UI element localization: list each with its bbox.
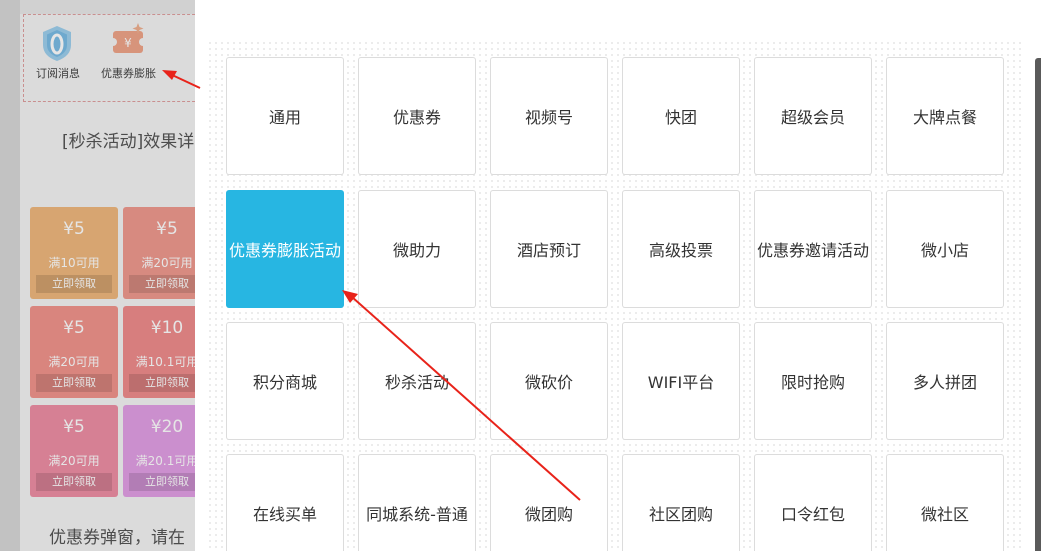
- annotation-arrows: [162, 70, 581, 501]
- arrow-to-coupon-plugin-icon: [162, 70, 201, 89]
- arrow-to-selected-tile-icon: [342, 290, 581, 501]
